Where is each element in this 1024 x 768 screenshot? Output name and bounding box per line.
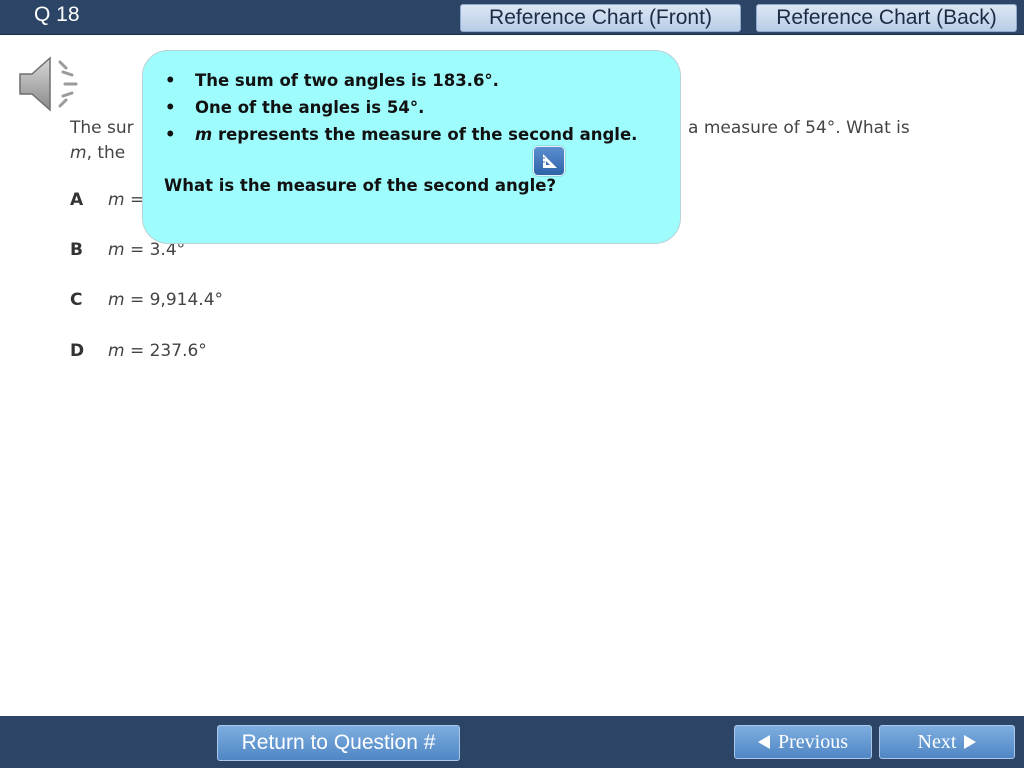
next-button[interactable]: Next bbox=[879, 725, 1015, 759]
callout-bullet: m represents the measure of the second a… bbox=[165, 121, 637, 148]
reference-chart-front-button[interactable]: Reference Chart (Front) bbox=[460, 4, 741, 32]
choice-var: m bbox=[108, 190, 125, 210]
choice-text: = 237.6° bbox=[129, 341, 207, 361]
choice-text: = 9,914.4° bbox=[129, 290, 224, 310]
reference-chart-back-button[interactable]: Reference Chart (Back) bbox=[756, 4, 1017, 32]
callout-bullet: The sum of two angles is 183.6°. bbox=[165, 67, 637, 94]
choice-letter: C bbox=[70, 290, 83, 310]
choice-letter: D bbox=[70, 341, 85, 361]
previous-button[interactable]: Previous bbox=[734, 725, 872, 759]
left-arrow-icon bbox=[758, 734, 770, 749]
choice-var: m bbox=[108, 240, 125, 260]
choice-var: m bbox=[108, 341, 125, 361]
triangle-ruler-icon[interactable] bbox=[533, 146, 565, 176]
callout-bullet-var: m bbox=[195, 125, 213, 144]
stem-line1-left: The sur bbox=[70, 118, 134, 138]
callout-bullet-list: The sum of two angles is 183.6°. One of … bbox=[165, 67, 637, 148]
bottom-bar: Return to Question # Previous Next bbox=[0, 716, 1024, 768]
question-number: Q 18 bbox=[34, 3, 80, 26]
next-label: Next bbox=[917, 731, 957, 753]
choice-expression: m = 237.6° bbox=[108, 341, 207, 361]
top-bar: Q 18 Reference Chart (Front) Reference C… bbox=[0, 0, 1024, 35]
right-arrow-icon bbox=[964, 734, 977, 749]
stem-line2-text: , the bbox=[86, 143, 126, 163]
choice-letter: A bbox=[70, 190, 84, 210]
choice-letter: B bbox=[70, 240, 83, 260]
choice-var: m bbox=[108, 290, 125, 310]
stem-line2-var: m bbox=[70, 143, 87, 163]
choice-expression: m = 9,914.4° bbox=[108, 290, 223, 310]
speaker-icon[interactable] bbox=[16, 52, 88, 116]
simplified-text-callout: The sum of two angles is 183.6°. One of … bbox=[142, 50, 681, 244]
callout-question: What is the measure of the second angle? bbox=[164, 176, 557, 195]
callout-bullet-text: represents the measure of the second ang… bbox=[212, 125, 638, 144]
choice-expression: m = bbox=[108, 190, 144, 210]
stem-line1-right: a measure of 54°. What is bbox=[688, 118, 910, 138]
return-to-question-button[interactable]: Return to Question # bbox=[217, 725, 460, 761]
previous-label: Previous bbox=[778, 731, 848, 753]
callout-bullet: One of the angles is 54°. bbox=[165, 94, 637, 121]
